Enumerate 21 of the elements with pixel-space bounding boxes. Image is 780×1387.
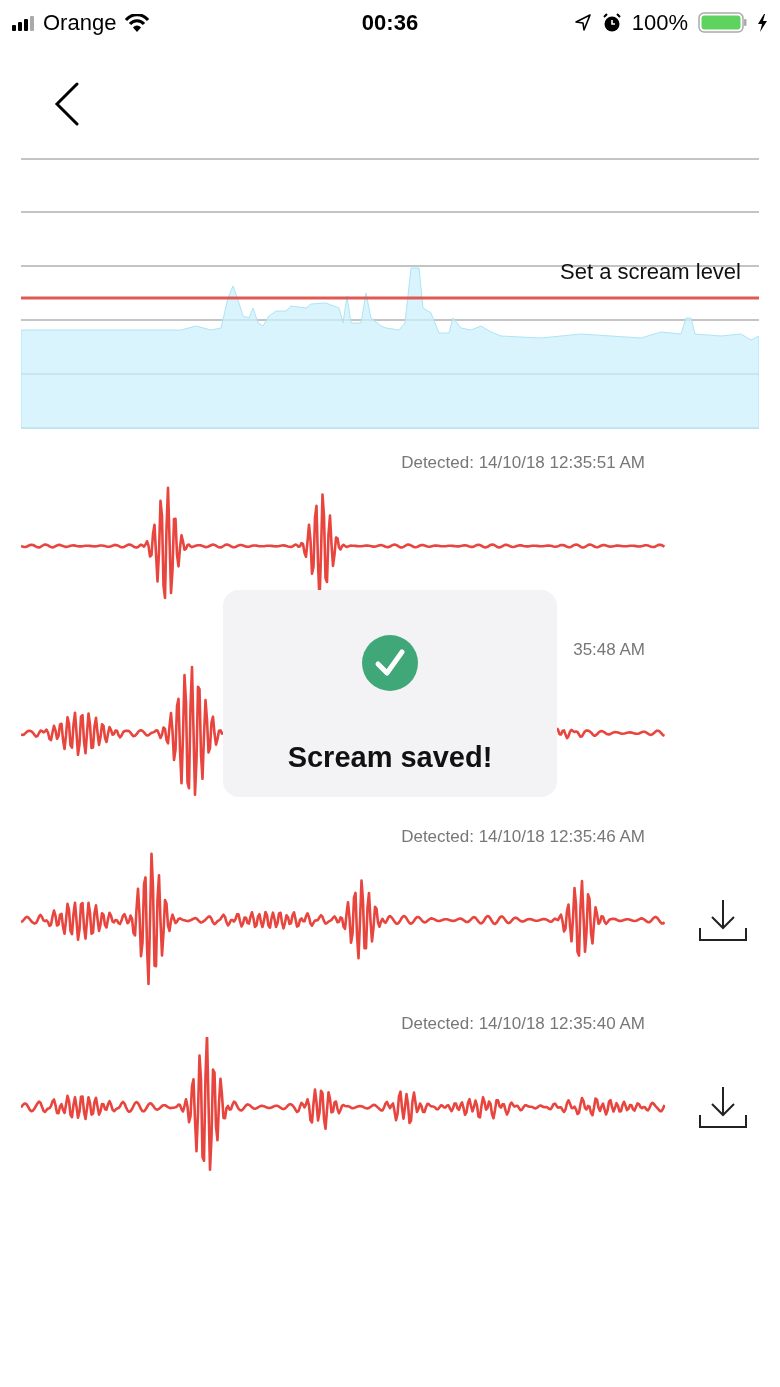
signal-icon bbox=[12, 14, 34, 31]
toast-message: Scream saved! bbox=[287, 741, 493, 774]
clock-time: 00:36 bbox=[361, 9, 419, 36]
wifi-icon bbox=[125, 13, 150, 32]
back-icon bbox=[54, 81, 80, 126]
detection-timestamp: Detected: 14/10/18 12:35:51 AM bbox=[400, 453, 646, 473]
alarm-icon bbox=[601, 12, 622, 33]
download-icon bbox=[698, 898, 747, 942]
download-button[interactable] bbox=[698, 898, 747, 942]
location-icon bbox=[573, 13, 592, 32]
charging-icon bbox=[757, 13, 768, 32]
scream-level-label: Set a scream level bbox=[560, 259, 741, 285]
carrier-name: Orange bbox=[43, 9, 117, 36]
detection-timestamp: Detected: 14/10/18 12:35:46 AM bbox=[400, 827, 646, 847]
download-icon bbox=[698, 1085, 747, 1129]
download-button[interactable] bbox=[698, 1085, 747, 1129]
detection-timestamp: Detected: 14/10/18 12:35:40 AM bbox=[400, 1014, 646, 1034]
checkmark-icon bbox=[362, 635, 418, 691]
battery-percent: 100% bbox=[631, 9, 688, 36]
battery-icon bbox=[698, 12, 747, 33]
detection-timestamp: 35:48 AM bbox=[572, 640, 646, 660]
